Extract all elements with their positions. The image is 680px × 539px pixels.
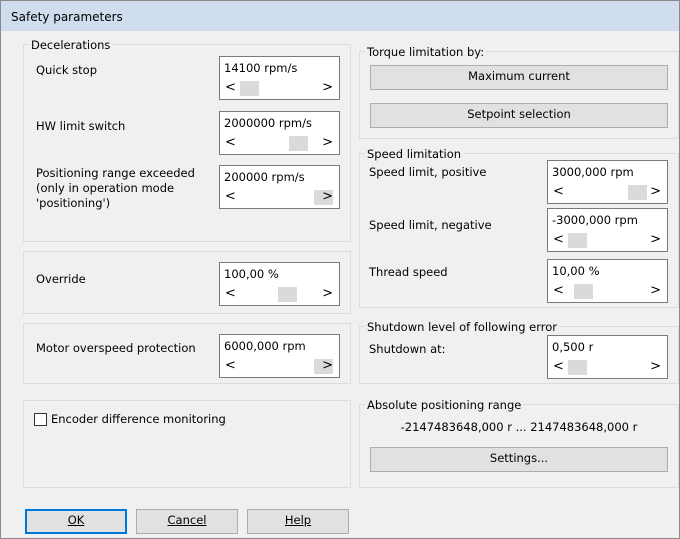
- override-spinner[interactable]: 100,00 % < >: [219, 262, 340, 306]
- cancel-button[interactable]: Cancel: [136, 509, 238, 534]
- absolute-range-group: [359, 404, 679, 488]
- setpoint-selection-button[interactable]: Setpoint selection: [370, 103, 668, 128]
- scroll-right-icon[interactable]: >: [322, 81, 333, 95]
- maximum-current-button[interactable]: Maximum current: [370, 65, 668, 90]
- scroll-left-icon[interactable]: <: [553, 360, 564, 374]
- positioning-range-label-3: 'positioning'): [36, 196, 111, 210]
- torque-header: Torque limitation by:: [365, 45, 487, 59]
- settings-button[interactable]: Settings...: [370, 447, 668, 472]
- shutdown-spinner[interactable]: 0,500 r < >: [547, 335, 668, 379]
- encoder-checkbox[interactable]: [34, 413, 47, 426]
- scroll-right-icon[interactable]: >: [650, 360, 661, 374]
- speed-negative-value[interactable]: -3000,000 rpm: [552, 213, 638, 227]
- shutdown-label: Shutdown at:: [369, 342, 446, 356]
- shutdown-thumb[interactable]: [568, 360, 587, 375]
- dialog-title: Safety parameters: [11, 10, 123, 24]
- scroll-left-icon[interactable]: <: [225, 190, 236, 204]
- thread-speed-thumb[interactable]: [574, 284, 593, 299]
- speed-negative-label: Speed limit, negative: [369, 218, 492, 232]
- scroll-left-icon[interactable]: <: [553, 284, 564, 298]
- ok-label[interactable]: OK: [68, 513, 85, 527]
- motor-overspeed-spinner[interactable]: 6000,000 rpm < >: [219, 334, 340, 378]
- speed-negative-thumb[interactable]: [568, 233, 587, 248]
- thread-speed-spinner[interactable]: 10,00 % < >: [547, 259, 668, 303]
- ok-button[interactable]: OK: [25, 509, 127, 534]
- shutdown-header: Shutdown level of following error: [365, 320, 560, 334]
- motor-overspeed-value[interactable]: 6000,000 rpm: [224, 339, 306, 353]
- shutdown-value[interactable]: 0,500 r: [552, 340, 593, 354]
- scroll-left-icon[interactable]: <: [553, 185, 564, 199]
- speed-limitation-header: Speed limitation: [365, 147, 464, 161]
- thread-speed-value[interactable]: 10,00 %: [552, 264, 600, 278]
- scroll-right-icon[interactable]: >: [322, 359, 333, 373]
- scroll-left-icon[interactable]: <: [225, 81, 236, 95]
- override-label: Override: [36, 272, 86, 286]
- speed-positive-label: Speed limit, positive: [369, 165, 487, 179]
- scroll-left-icon[interactable]: <: [225, 136, 236, 150]
- positioning-range-label-1: Positioning range exceeded: [36, 166, 195, 180]
- hw-limit-switch-spinner[interactable]: 2000000 rpm/s < >: [219, 111, 340, 155]
- quick-stop-thumb[interactable]: [240, 81, 259, 96]
- title-bar: Safety parameters: [1, 1, 679, 31]
- speed-positive-thumb[interactable]: [628, 185, 647, 200]
- absolute-range-value: -2147483648,000 r ... 2147483648,000 r: [400, 420, 638, 434]
- hw-limit-switch-thumb[interactable]: [289, 136, 308, 151]
- scroll-left-icon[interactable]: <: [553, 233, 564, 247]
- speed-positive-value[interactable]: 3000,000 rpm: [552, 165, 634, 179]
- hw-limit-switch-value[interactable]: 2000000 rpm/s: [224, 116, 312, 130]
- scroll-left-icon[interactable]: <: [225, 359, 236, 373]
- scroll-right-icon[interactable]: >: [650, 233, 661, 247]
- quick-stop-label: Quick stop: [36, 63, 98, 77]
- positioning-range-value[interactable]: 200000 rpm/s: [224, 170, 305, 184]
- scroll-right-icon[interactable]: >: [322, 190, 333, 204]
- help-button[interactable]: Help: [247, 509, 349, 534]
- scroll-right-icon[interactable]: >: [322, 136, 333, 150]
- scroll-right-icon[interactable]: >: [322, 287, 333, 301]
- encoder-label[interactable]: Encoder difference monitoring: [51, 412, 226, 426]
- motor-overspeed-label: Motor overspeed protection: [36, 341, 196, 355]
- speed-positive-spinner[interactable]: 3000,000 rpm < >: [547, 160, 668, 204]
- quick-stop-spinner[interactable]: 14100 rpm/s < >: [219, 56, 340, 100]
- positioning-range-label-2: (only in operation mode: [36, 181, 175, 195]
- scroll-left-icon[interactable]: <: [225, 287, 236, 301]
- quick-stop-value[interactable]: 14100 rpm/s: [224, 61, 297, 75]
- help-label[interactable]: Help: [285, 513, 311, 527]
- absolute-range-header: Absolute positioning range: [365, 398, 524, 412]
- hw-limit-switch-label: HW limit switch: [36, 119, 126, 133]
- cancel-label[interactable]: Cancel: [168, 513, 207, 527]
- scroll-right-icon[interactable]: >: [650, 185, 661, 199]
- override-thumb[interactable]: [278, 287, 297, 302]
- thread-speed-label: Thread speed: [369, 265, 448, 279]
- scroll-right-icon[interactable]: >: [650, 284, 661, 298]
- speed-negative-spinner[interactable]: -3000,000 rpm < >: [547, 208, 668, 252]
- override-value[interactable]: 100,00 %: [224, 267, 279, 281]
- decelerations-header: Decelerations: [29, 38, 113, 52]
- positioning-range-spinner[interactable]: 200000 rpm/s < >: [219, 165, 340, 209]
- safety-parameters-dialog: Safety parameters Decelerations Quick st…: [0, 0, 680, 539]
